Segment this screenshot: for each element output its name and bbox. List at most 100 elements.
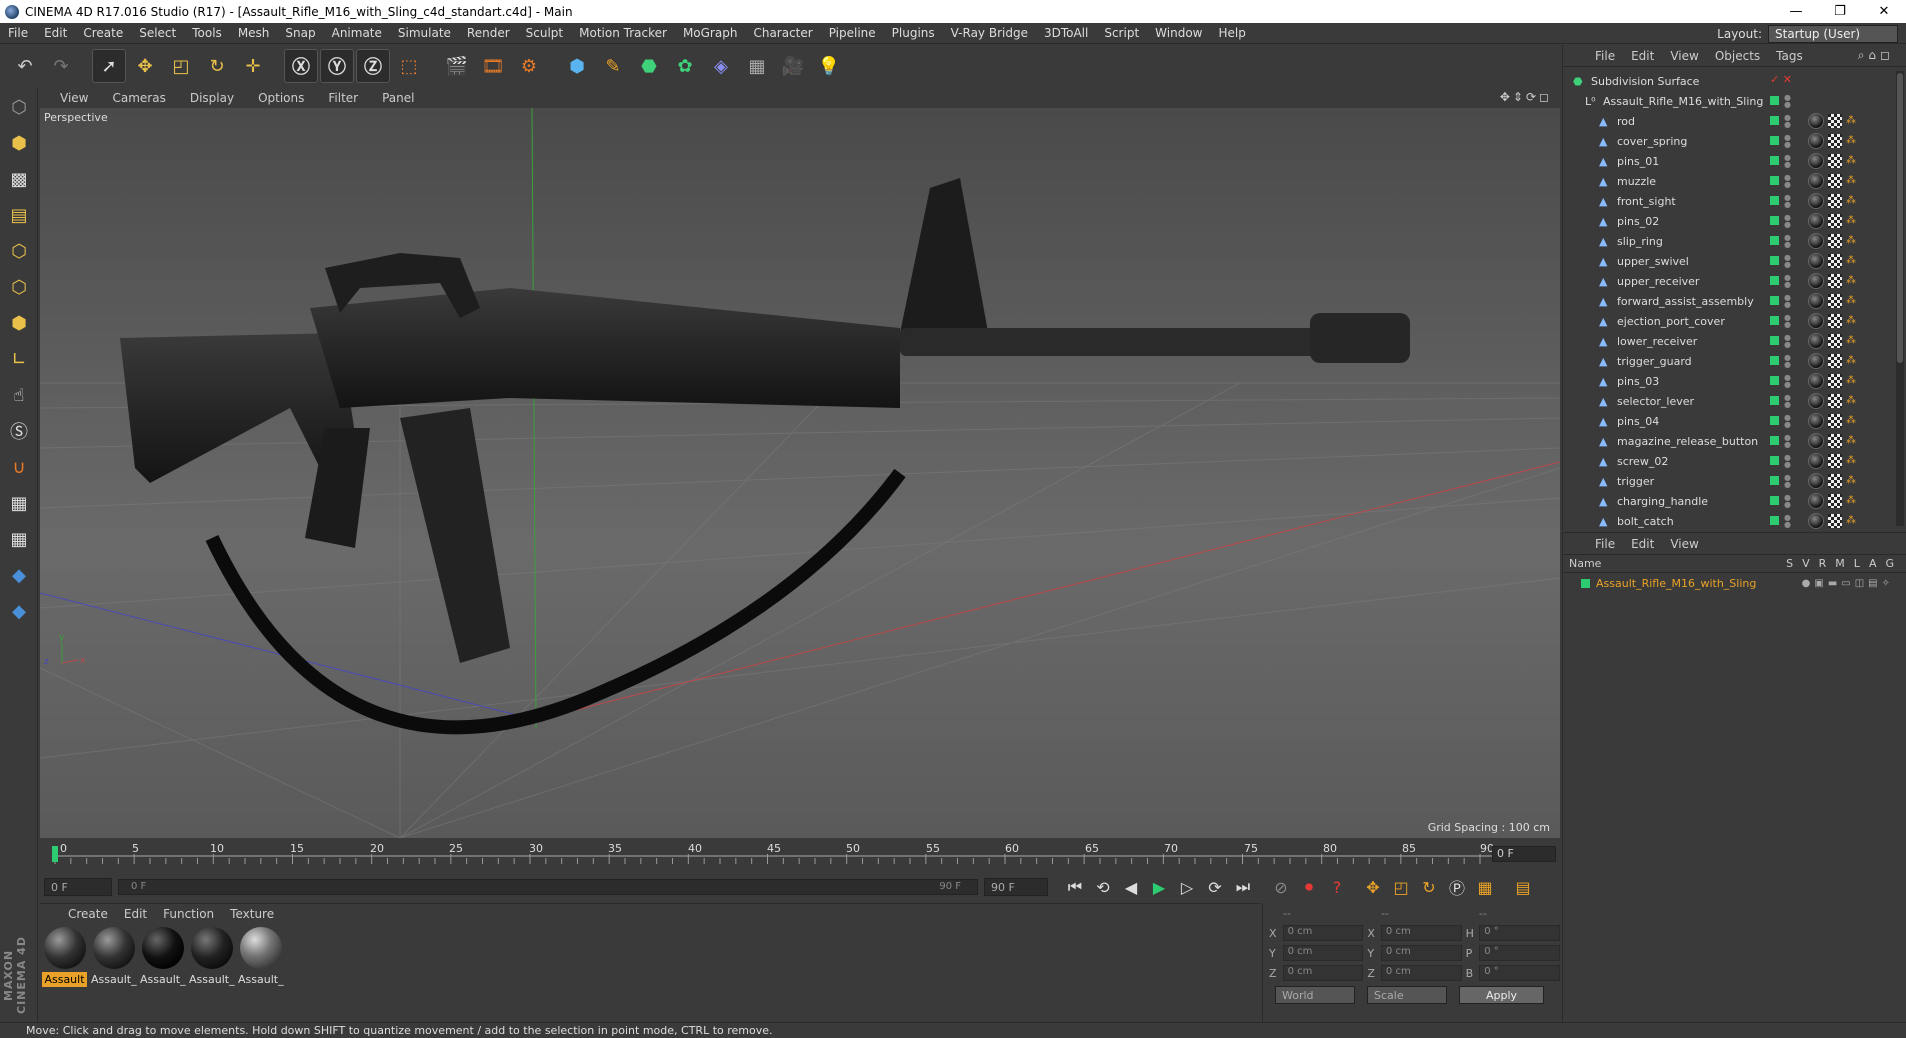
menu-motion-tracker[interactable]: Motion Tracker [571, 26, 675, 40]
edges-mode-icon[interactable]: ⬡ [2, 270, 36, 304]
cube-primitive-icon[interactable]: ⬢ [560, 49, 594, 83]
layer-color-swatch[interactable] [1770, 216, 1779, 225]
texture-tag-icon[interactable] [1828, 314, 1842, 328]
texture-mode-icon[interactable]: ▩ [2, 162, 36, 196]
go-to-end-icon[interactable]: ⏭ [1230, 874, 1256, 900]
layer-color-swatch[interactable] [1770, 316, 1779, 325]
texture-tag-icon[interactable] [1828, 274, 1842, 288]
layer-color-swatch[interactable] [1770, 176, 1779, 185]
object-row[interactable]: ▲ forward_assist_assembly ● ● ⁂ [1563, 291, 1893, 311]
visibility-toggle[interactable]: ● ● [1784, 294, 1791, 309]
material-tag-icon[interactable] [1808, 493, 1824, 509]
menu-simulate[interactable]: Simulate [390, 26, 459, 40]
key-rotation-icon[interactable]: ↻ [1416, 874, 1442, 900]
next-key-icon[interactable]: ⟳ [1202, 874, 1228, 900]
material-menu-texture[interactable]: Texture [222, 907, 282, 921]
texture-tag-icon[interactable] [1828, 134, 1842, 148]
material-tag-icon[interactable] [1808, 413, 1824, 429]
perspective-viewport[interactable]: y x z Perspective Grid Spacing : 100 cm [40, 108, 1560, 838]
material-tag-icon[interactable] [1808, 253, 1824, 269]
end-frame-field[interactable]: 90 F [984, 878, 1048, 896]
deformer-icon[interactable]: ◈ [704, 49, 738, 83]
scale-mode-select[interactable]: Scale [1367, 986, 1447, 1004]
playhead[interactable] [52, 846, 58, 862]
workplane-lock-icon[interactable]: ▦ [2, 486, 36, 520]
phong-tag-icon[interactable]: ⁂ [1846, 495, 1856, 506]
menu-mesh[interactable]: Mesh [230, 26, 278, 40]
material-tag-icon[interactable] [1808, 453, 1824, 469]
object-row[interactable]: ▲ rod ● ● ⁂ [1563, 111, 1893, 131]
pos-z-field[interactable]: 0 cm [1282, 965, 1364, 981]
material-tag-icon[interactable] [1808, 133, 1824, 149]
layer-color-swatch[interactable] [1770, 376, 1779, 385]
object-row[interactable]: ▲ pins_04 ● ● ⁂ [1563, 411, 1893, 431]
material-tag-icon[interactable] [1808, 373, 1824, 389]
rot-h-field[interactable]: 0 ° [1479, 925, 1560, 941]
x-axis-lock-icon[interactable]: Ⓧ [284, 49, 318, 83]
visibility-toggle[interactable]: ● ● [1784, 514, 1791, 529]
menu-pipeline[interactable]: Pipeline [821, 26, 884, 40]
camera-icon[interactable]: 🎥 [776, 49, 810, 83]
menu-create[interactable]: Create [75, 26, 131, 40]
phong-tag-icon[interactable]: ⁂ [1846, 255, 1856, 266]
material-tag-icon[interactable] [1808, 513, 1824, 529]
visibility-toggle[interactable]: ● ● [1784, 174, 1791, 189]
preview-range-slider[interactable]: 0 F 90 F [118, 879, 978, 895]
layer-color-swatch[interactable] [1770, 236, 1779, 245]
layer-menu-file[interactable]: File [1587, 537, 1623, 551]
menu-sculpt[interactable]: Sculpt [518, 26, 571, 40]
material-tag-icon[interactable] [1808, 273, 1824, 289]
texture-tag-icon[interactable] [1828, 454, 1842, 468]
close-button[interactable]: ✕ [1862, 0, 1906, 23]
phong-tag-icon[interactable]: ⁂ [1846, 515, 1856, 526]
object-row[interactable]: ▲ trigger ● ● ⁂ [1563, 471, 1893, 491]
object-row[interactable]: ▲ pins_03 ● ● ⁂ [1563, 371, 1893, 391]
layer-toggles[interactable]: ●▣▬▭◫▤✧ [1802, 578, 1894, 589]
visibility-toggle[interactable]: ● ● [1784, 454, 1791, 469]
size-y-field[interactable]: 0 cm [1380, 945, 1462, 961]
menu-select[interactable]: Select [131, 26, 184, 40]
material-tag-icon[interactable] [1808, 113, 1824, 129]
visibility-toggle[interactable]: ● ● [1784, 254, 1791, 269]
object-row[interactable]: ▲ bolt_catch ● ● ⁂ [1563, 511, 1893, 531]
layer-menu-edit[interactable]: Edit [1623, 537, 1662, 551]
visibility-toggle[interactable]: ● ● [1784, 114, 1791, 129]
autokey-icon[interactable]: ⏺ [1296, 874, 1322, 900]
object-row[interactable]: ▲ pins_01 ● ● ⁂ [1563, 151, 1893, 171]
y-axis-lock-icon[interactable]: Ⓨ [320, 49, 354, 83]
texture-tag-icon[interactable] [1828, 374, 1842, 388]
material-menu-function[interactable]: Function [155, 907, 222, 921]
model-mode-icon[interactable]: ⬢ [2, 126, 36, 160]
start-frame-field[interactable]: 0 F [44, 878, 112, 896]
visibility-toggle[interactable]: ● ● [1784, 354, 1791, 369]
visibility-toggle[interactable]: ● ● [1784, 234, 1791, 249]
object-row[interactable]: ▲ selector_lever ● ● ⁂ [1563, 391, 1893, 411]
polygons-mode-icon[interactable]: ⬢ [2, 306, 36, 340]
current-frame-field[interactable]: 0 F [1492, 846, 1556, 862]
play-icon[interactable]: ▶ [1146, 874, 1172, 900]
rot-p-field[interactable]: 0 ° [1479, 945, 1560, 961]
visibility-toggle[interactable]: ● ● [1784, 474, 1791, 489]
material-swatch[interactable]: Assault_ [91, 927, 137, 987]
material-tag-icon[interactable] [1808, 433, 1824, 449]
texture-tag-icon[interactable] [1828, 434, 1842, 448]
layer-color-swatch[interactable] [1770, 156, 1779, 165]
visibility-toggle[interactable]: ● ● [1784, 414, 1791, 429]
visibility-toggle[interactable]: ● ● [1784, 334, 1791, 349]
next-frame-icon[interactable]: ▷ [1174, 874, 1200, 900]
texture-tag-icon[interactable] [1828, 294, 1842, 308]
visibility-toggle[interactable]: ● ● [1784, 134, 1791, 149]
material-tag-icon[interactable] [1808, 233, 1824, 249]
phong-tag-icon[interactable]: ⁂ [1846, 475, 1856, 486]
texture-tag-icon[interactable] [1828, 414, 1842, 428]
tweak-mode-icon[interactable]: ☝ [2, 378, 36, 412]
object-row[interactable]: ▲ slip_ring ● ● ⁂ [1563, 231, 1893, 251]
texture-tag-icon[interactable] [1828, 234, 1842, 248]
viewport-menu-display[interactable]: Display [178, 91, 246, 105]
make-editable-icon[interactable]: ⬡ [2, 90, 36, 124]
menu-window[interactable]: Window [1147, 26, 1210, 40]
scrollbar-thumb[interactable] [1897, 73, 1903, 363]
layer-color-swatch[interactable] [1770, 196, 1779, 205]
points-mode-icon[interactable]: ⬡ [2, 234, 36, 268]
object-menu-view[interactable]: View [1662, 49, 1706, 63]
